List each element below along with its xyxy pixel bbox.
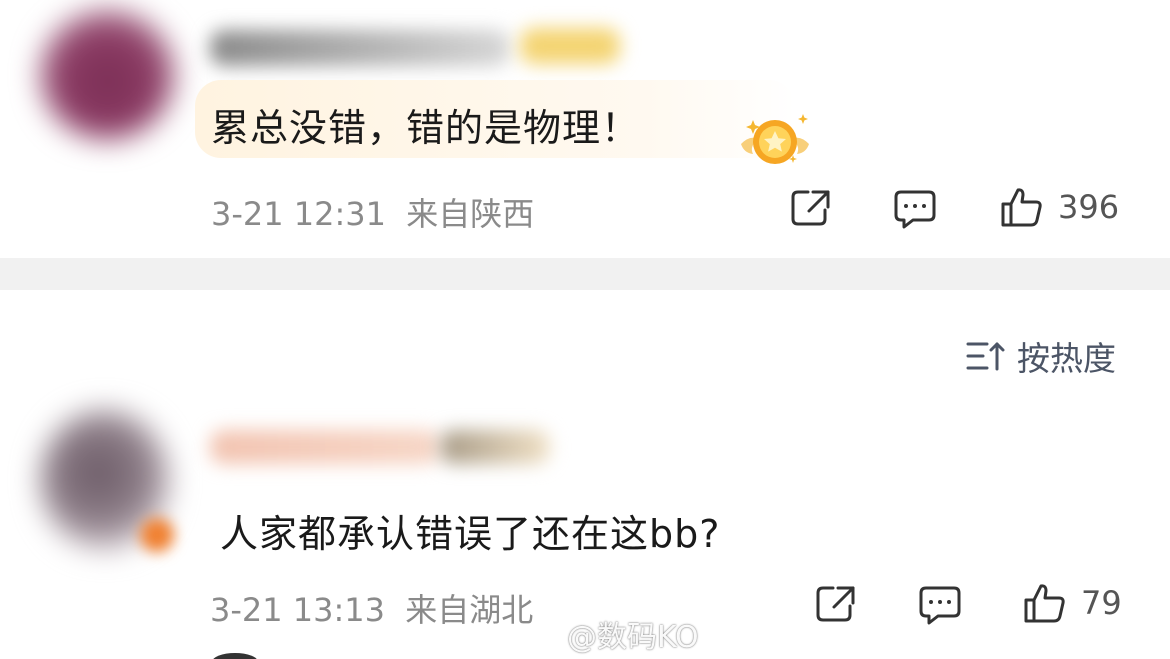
comment-text: 人家都承认错误了还在这bb? xyxy=(220,512,721,556)
section-divider xyxy=(0,258,1170,290)
comment-time: 3-21 12:31 xyxy=(211,195,387,233)
share-icon xyxy=(816,586,855,622)
comment-feed: 累总没错，错的是物理！ 3-21 12:31 来自陕西 396 按热度 人家都承… xyxy=(0,0,1170,659)
like-button[interactable]: 396 xyxy=(1000,186,1119,228)
avatar[interactable] xyxy=(40,10,175,140)
medal-icon xyxy=(741,114,809,164)
username[interactable] xyxy=(210,430,440,464)
comment-icon xyxy=(894,190,936,229)
share-icon xyxy=(791,190,830,226)
like-count: 79 xyxy=(1081,584,1122,622)
comment-button[interactable] xyxy=(918,584,962,626)
username[interactable] xyxy=(210,30,510,66)
avatar-decoration xyxy=(140,518,174,552)
user-badge xyxy=(440,430,550,464)
like-button[interactable]: 79 xyxy=(1023,582,1122,624)
weibo-icon xyxy=(526,619,561,647)
comment-button[interactable] xyxy=(893,188,937,230)
like-count: 396 xyxy=(1058,188,1120,226)
sort-label: 按热度 xyxy=(1017,339,1116,378)
user-badge xyxy=(520,28,620,64)
comment-location: 来自湖北 xyxy=(405,591,534,629)
comment-meta: 3-21 13:13 来自湖北 xyxy=(210,585,533,631)
like-icon xyxy=(1001,188,1042,227)
like-icon xyxy=(1024,584,1065,623)
share-button[interactable] xyxy=(790,188,832,228)
watermark-text: @数码KO xyxy=(567,620,699,655)
share-button[interactable] xyxy=(815,584,857,624)
comment-card: 累总没错，错的是物理！ 3-21 12:31 来自陕西 396 xyxy=(0,0,1170,258)
comment-time: 3-21 13:13 xyxy=(210,591,386,629)
sort-by-hot-button[interactable]: 按热度 xyxy=(965,332,1116,380)
comment-location: 来自陕西 xyxy=(406,195,535,233)
watermark: @数码KO xyxy=(525,612,699,656)
comment-meta: 3-21 12:31 来自陕西 xyxy=(211,189,534,235)
comment-icon xyxy=(919,586,961,625)
sort-icon xyxy=(966,342,1005,371)
comment-text: 累总没错，错的是物理！ xyxy=(211,106,641,150)
